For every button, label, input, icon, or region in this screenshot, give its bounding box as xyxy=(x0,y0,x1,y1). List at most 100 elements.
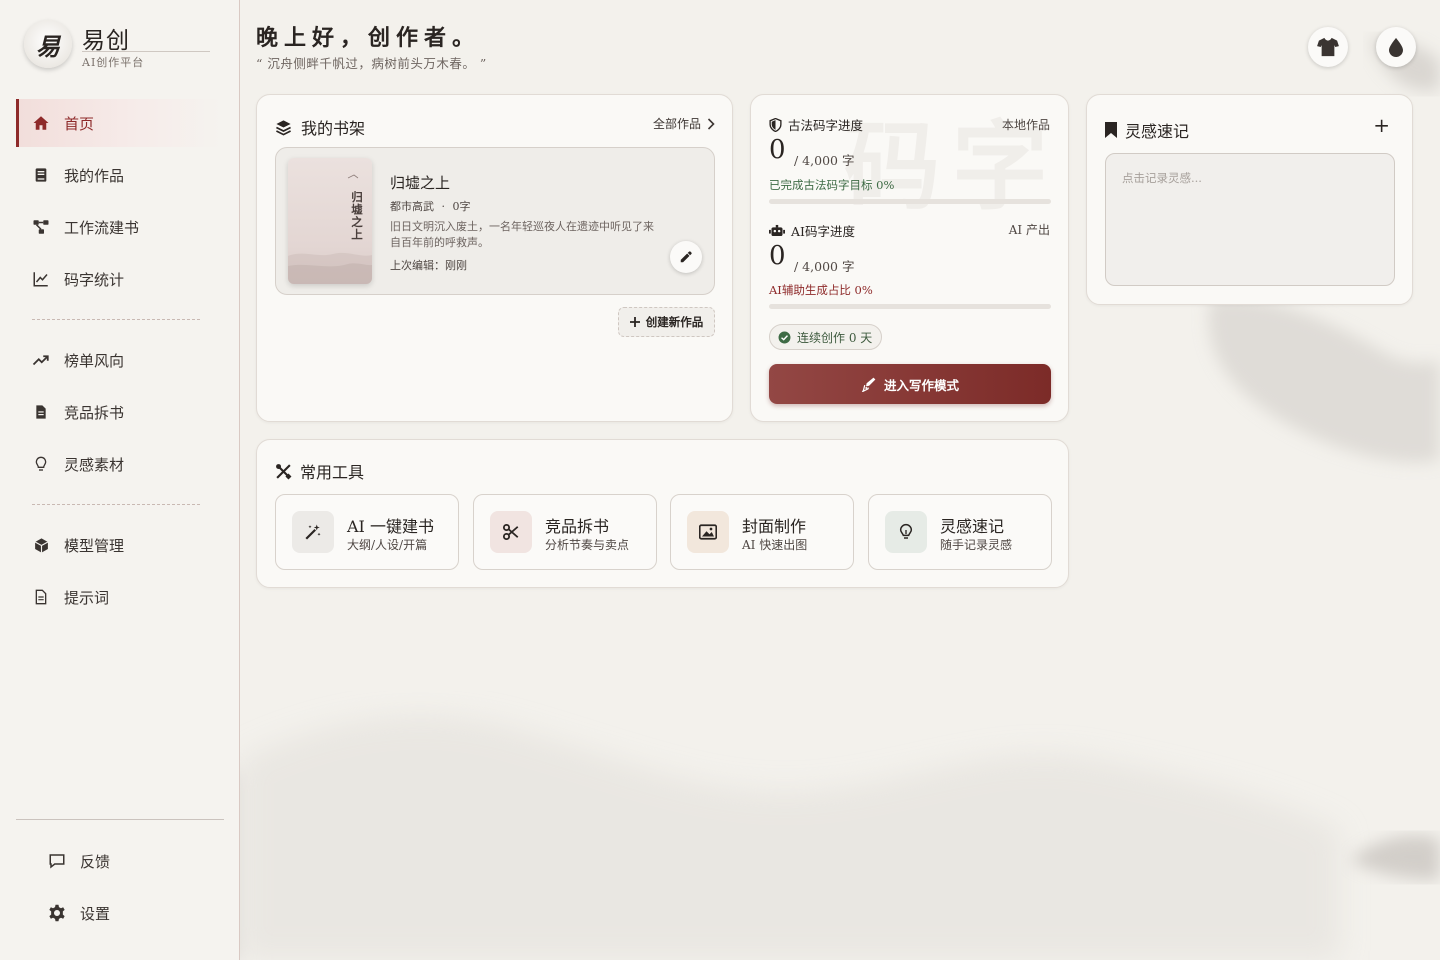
classic-progress-label: 古法码字进度 xyxy=(769,115,863,134)
scissors-icon xyxy=(502,523,520,541)
sidebar-item-feedback[interactable]: 反馈 xyxy=(32,837,222,885)
ai-progress-text: AI辅助生成占比 0% xyxy=(769,283,873,297)
tool-icon-box xyxy=(687,511,729,553)
sidebar: 易 易创 AI创作平台 首页 我的作品 工作流建书 码字统计 榜单风向 竞品拆书… xyxy=(0,0,240,960)
app-subtitle: AI创作平台 xyxy=(82,56,145,69)
brand[interactable]: 易 易创 AI创作平台 xyxy=(24,20,214,72)
nav-divider xyxy=(32,319,200,320)
sidebar-item-settings[interactable]: 设置 xyxy=(32,889,222,937)
sidebar-item-label: 模型管理 xyxy=(64,536,125,555)
bookshelf-title: 我的书架 xyxy=(275,115,365,139)
tool-name: 灵感速记 xyxy=(940,517,1005,536)
sidebar-item-label: 反馈 xyxy=(80,852,111,871)
streak-badge: 连续创作 0 天 xyxy=(769,324,883,350)
enter-writing-mode-button[interactable]: 进入写作模式 xyxy=(769,364,1051,404)
watermark-text: 码字 xyxy=(844,110,1060,223)
tool-quick-notes[interactable]: 灵感速记 随手记录灵感 xyxy=(868,494,1052,570)
book-cover: 归墟之上 xyxy=(288,158,372,284)
chart-line-icon xyxy=(32,270,50,288)
tool-ai-build-book[interactable]: AI 一键建书 大纲/人设/开篇 xyxy=(275,494,459,570)
tools-title-label: 常用工具 xyxy=(300,463,365,482)
inspiration-title-label: 灵感速记 xyxy=(1125,122,1190,141)
sidebar-item-my-works[interactable]: 我的作品 xyxy=(16,151,222,199)
add-inspiration-button[interactable]: + xyxy=(1373,113,1390,137)
ai-word-goal: / 4,000 字 xyxy=(794,259,855,274)
tool-icon-box xyxy=(490,511,532,553)
inspiration-input[interactable] xyxy=(1105,153,1395,286)
nav-divider xyxy=(32,504,200,505)
ai-progress-scope: AI 产出 xyxy=(1008,223,1050,237)
classic-progress-bar xyxy=(769,199,1051,204)
tool-cover-maker[interactable]: 封面制作 AI 快速出图 xyxy=(670,494,854,570)
sidebar-item-label: 提示词 xyxy=(64,588,110,607)
ai-progress-label: AI码字进度 xyxy=(769,221,855,240)
tool-icon-box xyxy=(885,511,927,553)
shirt-icon xyxy=(1317,37,1339,57)
robot-icon xyxy=(769,224,785,237)
sidebar-footer-divider xyxy=(16,819,224,820)
sidebar-item-workflow[interactable]: 工作流建书 xyxy=(16,203,222,251)
plus-icon xyxy=(629,317,640,327)
brand-divider xyxy=(82,51,210,52)
create-work-button[interactable]: 创建新作品 xyxy=(618,307,715,337)
meta-separator: · xyxy=(441,200,446,213)
bookmark-icon xyxy=(1105,122,1117,138)
tool-name: AI 一键建书 xyxy=(347,517,434,536)
tools-icon xyxy=(275,463,292,480)
tool-competitor-analysis[interactable]: 竞品拆书 分析节奏与卖点 xyxy=(473,494,657,570)
page-greeting: 晚上好，创作者。 xyxy=(256,25,481,51)
theme-skin-button[interactable] xyxy=(1308,27,1348,67)
sidebar-item-label: 码字统计 xyxy=(64,270,125,289)
book-last-edit: 上次编辑：刚刚 xyxy=(390,259,467,272)
bookshelf-title-label: 我的书架 xyxy=(301,119,366,138)
tool-description: 大纲/人设/开篇 xyxy=(347,538,428,552)
all-works-link[interactable]: 全部作品 xyxy=(653,115,715,132)
edit-book-button[interactable] xyxy=(670,241,702,273)
sidebar-item-home[interactable]: 首页 xyxy=(16,99,222,147)
streak-text: 连续创作 0 天 xyxy=(797,330,873,345)
book-meta: 都市高武 · 0字 xyxy=(390,198,471,214)
pen-nib-icon xyxy=(861,377,876,392)
sidebar-item-label: 工作流建书 xyxy=(64,218,140,237)
tool-description: AI 快速出图 xyxy=(742,538,808,552)
book-card[interactable]: 归墟之上 归墟之上 都市高武 · 0字 旧日文明沉入废土，一名年轻巡夜人在遗迹中… xyxy=(275,147,715,295)
enter-writing-mode-label: 进入写作模式 xyxy=(883,377,959,393)
header-quote: “ 沉舟侧畔千帆过，病树前头万木春。 ” xyxy=(256,56,487,71)
tool-name: 竞品拆书 xyxy=(545,517,610,536)
home-icon xyxy=(32,114,50,132)
tool-name: 封面制作 xyxy=(742,517,807,536)
document-icon xyxy=(32,403,50,421)
sidebar-item-inspiration[interactable]: 灵感素材 xyxy=(16,440,222,488)
sidebar-item-competitor[interactable]: 竞品拆书 xyxy=(16,388,222,436)
ink-style-button[interactable] xyxy=(1376,27,1416,67)
ink-drop-icon xyxy=(1388,37,1404,57)
tool-description: 随手记录灵感 xyxy=(940,538,1013,552)
ai-progress-bar xyxy=(769,304,1051,309)
classic-word-goal: / 4,000 字 xyxy=(794,153,855,168)
tools-card: 常用工具 AI 一键建书 大纲/人设/开篇 竞品拆书 分析节奏与卖点 封面制作 … xyxy=(256,439,1069,588)
sidebar-item-label: 灵感素材 xyxy=(64,455,125,474)
classic-progress-scope: 本地作品 xyxy=(1001,118,1050,132)
create-work-label: 创建新作品 xyxy=(645,315,704,329)
sidebar-item-label: 竞品拆书 xyxy=(64,403,125,422)
sidebar-item-stats[interactable]: 码字统计 xyxy=(16,255,222,303)
book-cover-title: 归墟之上 xyxy=(350,191,364,241)
book-genre: 都市高武 xyxy=(390,200,434,213)
sidebar-item-label: 首页 xyxy=(64,114,95,133)
file-icon xyxy=(32,588,50,606)
pencil-icon xyxy=(679,250,693,264)
book-title: 归墟之上 xyxy=(390,174,451,192)
tool-description: 分析节奏与卖点 xyxy=(545,538,630,552)
sidebar-item-label: 我的作品 xyxy=(64,166,125,185)
lightbulb-icon xyxy=(32,455,50,473)
chat-icon xyxy=(48,852,66,870)
classic-word-count: 0 xyxy=(769,135,786,165)
sidebar-item-rankings[interactable]: 榜单风向 xyxy=(16,336,222,384)
magic-wand-icon xyxy=(304,523,322,541)
sidebar-item-prompts[interactable]: 提示词 xyxy=(16,573,222,621)
tools-title: 常用工具 xyxy=(275,459,364,483)
lightbulb-icon xyxy=(898,523,914,541)
sidebar-item-models[interactable]: 模型管理 xyxy=(16,521,222,569)
app-logo: 易 xyxy=(24,20,72,68)
ai-word-count: 0 xyxy=(769,241,786,271)
